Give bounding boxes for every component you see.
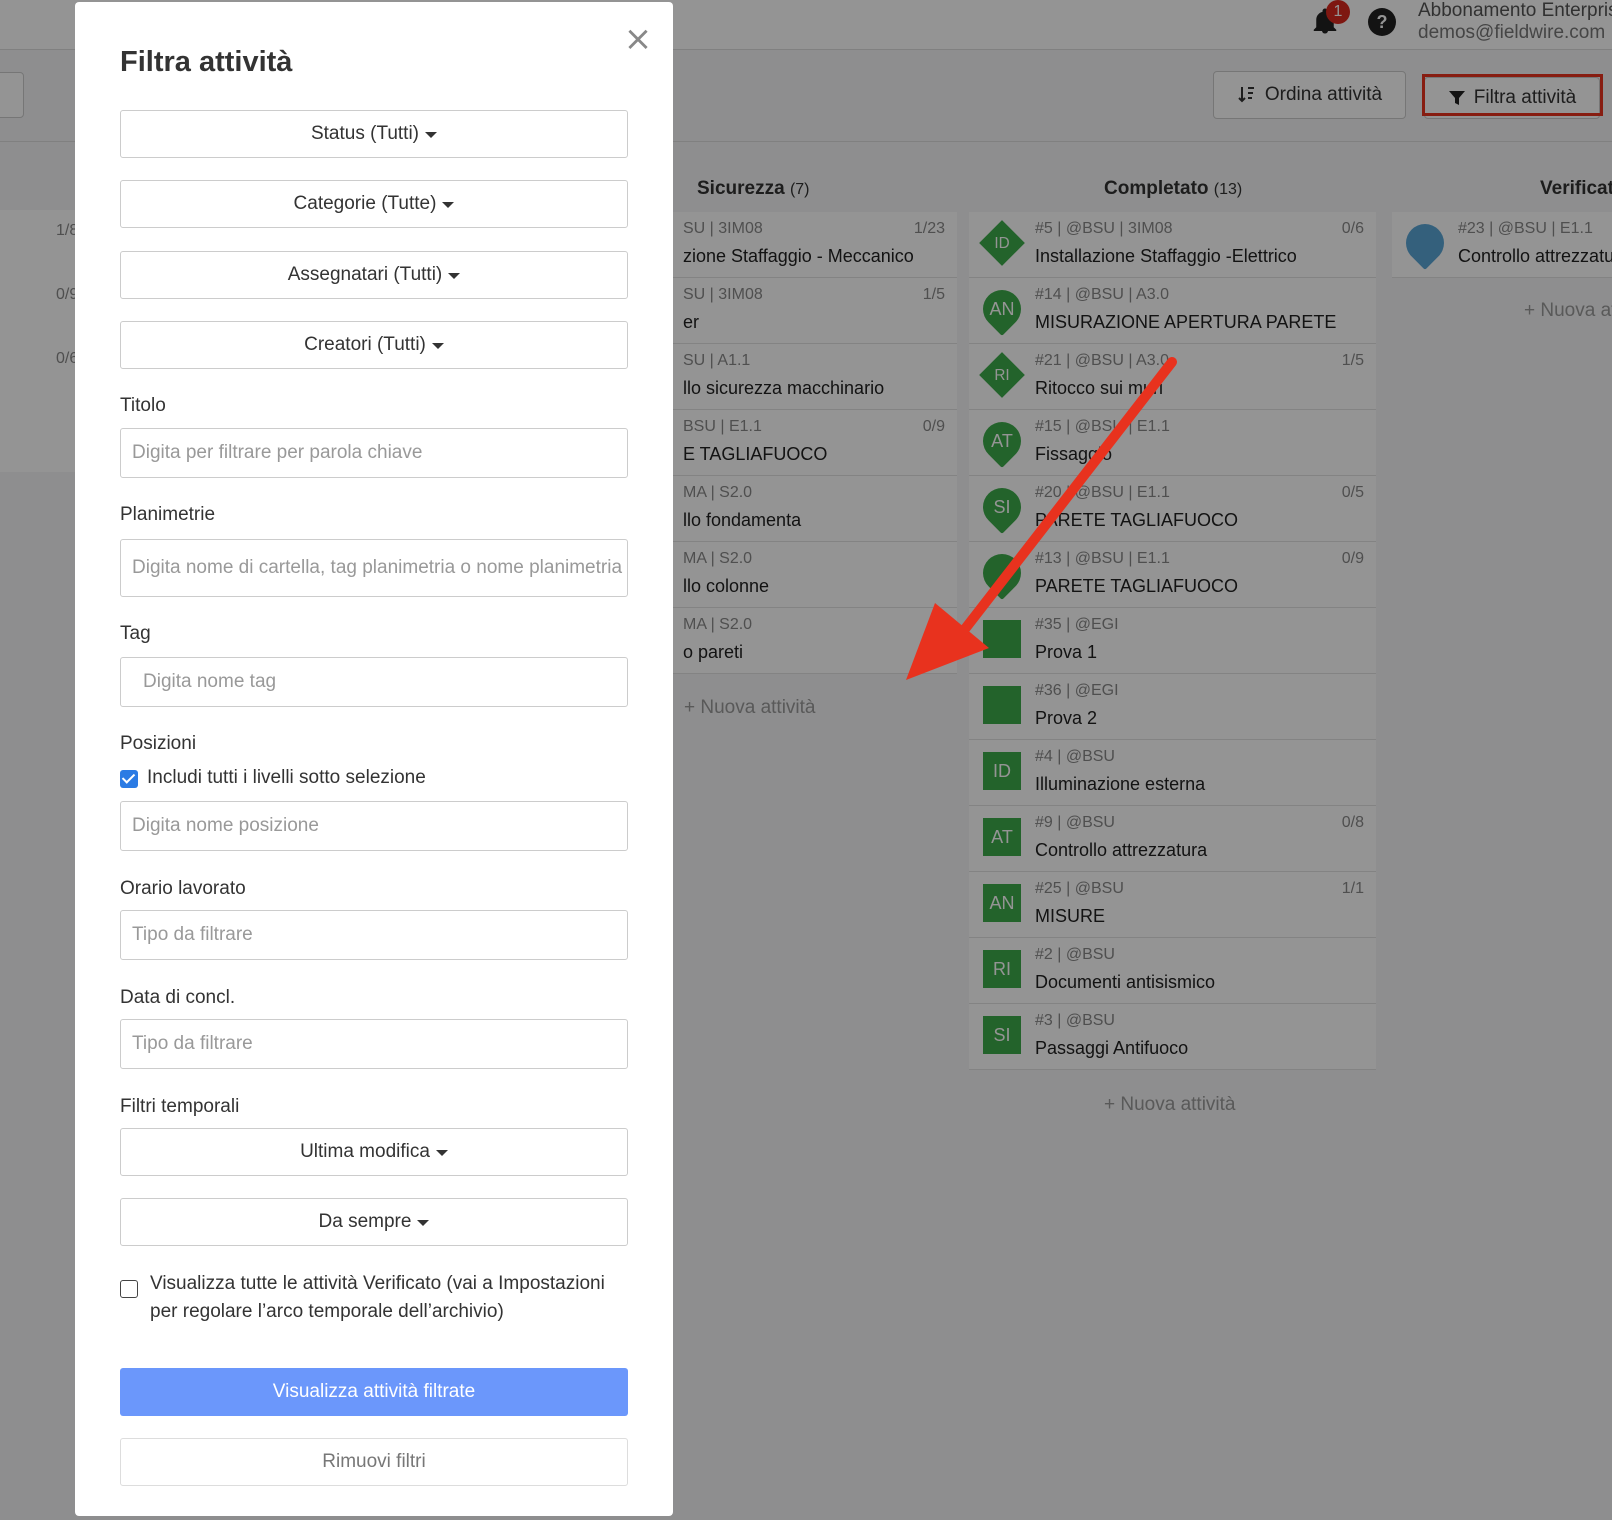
apply-filters-button[interactable]: Visualizza attività filtrate xyxy=(120,1368,628,1416)
assignees-dropdown[interactable]: Assegnatari (Tutti) xyxy=(120,251,628,299)
caret-down-icon xyxy=(425,132,438,138)
creators-dropdown-label: Creatori (Tutti) xyxy=(304,334,426,355)
hours-worked-input[interactable] xyxy=(120,910,628,960)
status-dropdown[interactable]: Status (Tutti) xyxy=(120,110,628,158)
since-dropdown[interactable]: Da sempre xyxy=(120,1198,628,1246)
tag-input[interactable] xyxy=(120,657,628,707)
due-date-label: Data di concl. xyxy=(120,987,236,1008)
remove-filters-button[interactable]: Rimuovi filtri xyxy=(120,1438,628,1486)
show-verified-checkbox[interactable] xyxy=(120,1280,138,1298)
categories-dropdown-label: Categorie (Tutte) xyxy=(293,193,437,214)
categories-dropdown[interactable]: Categorie (Tutte) xyxy=(120,180,628,228)
title-input[interactable] xyxy=(120,428,628,478)
modal-title: Filtra attività xyxy=(120,46,293,78)
locations-input[interactable] xyxy=(120,801,628,851)
due-date-input[interactable] xyxy=(120,1019,628,1069)
since-label: Da sempre xyxy=(318,1211,412,1232)
time-filters-label: Filtri temporali xyxy=(120,1096,240,1117)
plans-label: Planimetrie xyxy=(120,504,216,525)
caret-down-icon xyxy=(431,343,444,349)
caret-down-icon xyxy=(442,202,455,208)
title-label: Titolo xyxy=(120,395,166,416)
caret-down-icon xyxy=(448,273,461,279)
caret-down-icon xyxy=(435,1150,448,1156)
include-sublevels-checkbox[interactable] xyxy=(120,770,138,788)
show-verified-label: Visualizza tutte le attività Verificato … xyxy=(150,1273,605,1322)
filter-tasks-modal: × Filtra attività Status (Tutti) Categor… xyxy=(75,2,673,1516)
last-modified-dropdown[interactable]: Ultima modifica xyxy=(120,1128,628,1176)
last-modified-label: Ultima modifica xyxy=(300,1141,430,1162)
assignees-dropdown-label: Assegnatari (Tutti) xyxy=(287,264,443,285)
caret-down-icon xyxy=(417,1220,430,1226)
tag-label: Tag xyxy=(120,623,151,644)
include-sublevels-label: Includi tutti i livelli sotto selezione xyxy=(147,767,426,788)
creators-dropdown[interactable]: Creatori (Tutti) xyxy=(120,321,628,369)
status-dropdown-label: Status (Tutti) xyxy=(310,123,420,144)
plans-input[interactable] xyxy=(120,539,628,597)
locations-label: Posizioni xyxy=(120,733,197,754)
hours-worked-label: Orario lavorato xyxy=(120,878,246,899)
close-icon[interactable]: × xyxy=(623,22,653,56)
